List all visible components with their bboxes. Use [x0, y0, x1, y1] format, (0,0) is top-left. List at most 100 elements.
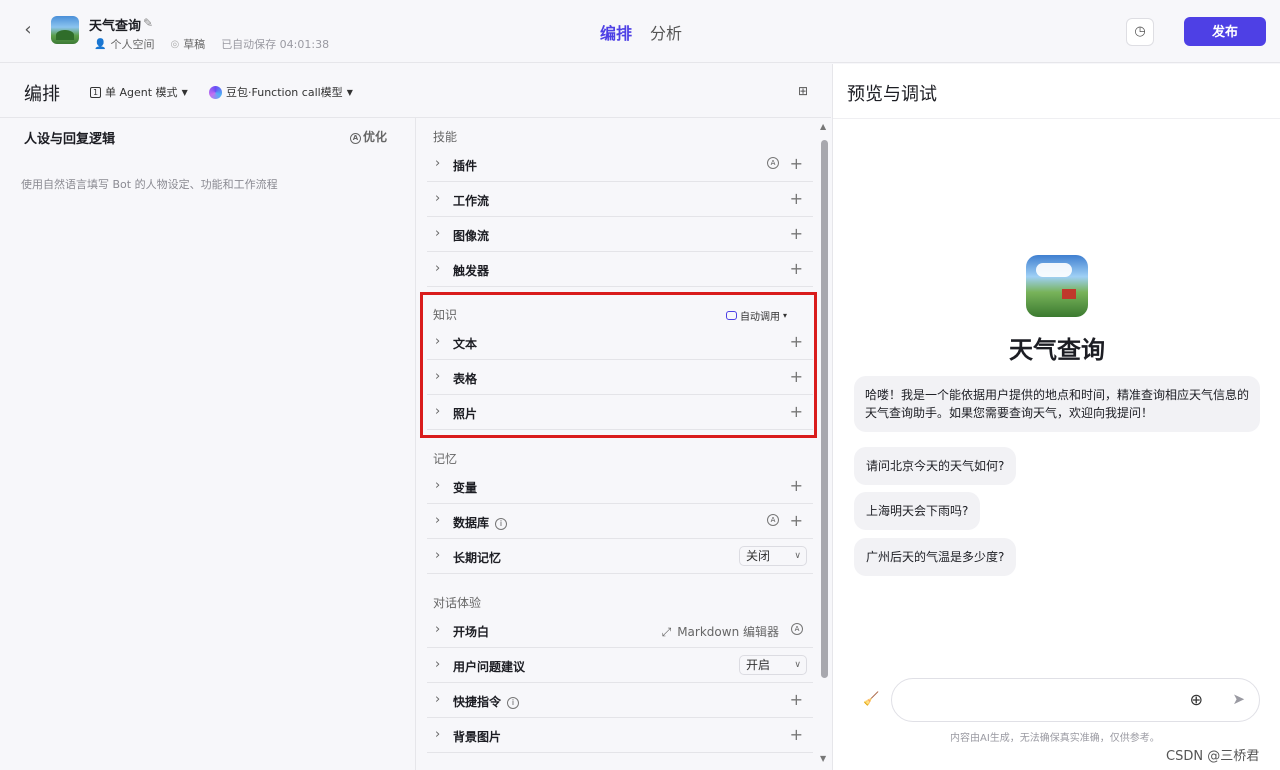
info-icon[interactable]: i [495, 518, 508, 530]
info-icon[interactable]: i [507, 697, 520, 709]
chevron-right-icon: › [435, 478, 441, 493]
knowledge-label: 知识 [433, 308, 458, 322]
skills-panel: 技能 › 插件 A + › 工作流 + › 图像流 + › 触发器 + 知识 自… [417, 118, 815, 770]
row-shortcut[interactable]: › 快捷指令 i + [427, 683, 813, 718]
optimize-button[interactable]: A 优化 [350, 128, 387, 145]
tab-analysis[interactable]: 分析 [650, 20, 682, 44]
add-icon[interactable]: + [790, 332, 803, 351]
scroll-up-icon[interactable]: ▲ [820, 122, 826, 131]
suggestion-2[interactable]: 上海明天会下雨吗? [854, 492, 981, 530]
ai-icon[interactable]: A [791, 623, 803, 635]
long-term-memory-select[interactable]: 关闭 ∨ [739, 546, 807, 566]
ai-icon: A [350, 133, 361, 144]
agent-mode-icon: 1 [90, 86, 101, 98]
layout-grid-icon[interactable]: ⊞ [798, 84, 808, 98]
row-opening[interactable]: › 开场白 ⤢ Markdown 编辑器 A [427, 613, 813, 648]
add-icon[interactable]: + [790, 189, 803, 208]
add-icon[interactable]: + [790, 224, 803, 243]
suggestion-3[interactable]: 广州后天的气温是多少度? [854, 538, 1017, 576]
persona-input[interactable]: 使用自然语言填写 Bot 的人物设定、功能和工作流程 [21, 176, 278, 192]
row-variable[interactable]: › 变量 + [427, 469, 813, 504]
row-long-term-memory[interactable]: › 长期记忆 关闭 ∨ [427, 539, 813, 574]
bot-meta: 👤 个人空间 ◎ 草稿 已自动保存 04:01:38 [94, 36, 329, 52]
preview-bot-name: 天气查询 [1009, 336, 1105, 364]
add-circle-icon[interactable]: ⊕ [1190, 690, 1203, 709]
chevron-right-icon: › [435, 156, 441, 171]
tab-arrange[interactable]: 编排 [600, 20, 632, 44]
publish-button[interactable]: 发布 [1184, 17, 1266, 46]
divider [833, 118, 1280, 119]
draft-status-icon: ◎ [170, 38, 180, 50]
chevron-right-icon: › [435, 622, 441, 637]
model-label: 豆包·Function call模型 [226, 86, 343, 99]
chevron-right-icon: › [435, 692, 441, 707]
row-trigger[interactable]: › 触发器 + [427, 252, 813, 287]
top-bar: ‹ 天气查询 ✎ 👤 个人空间 ◎ 草稿 已自动保存 04:01:38 编排 分… [0, 0, 1280, 63]
history-clock-icon[interactable]: ◷ [1126, 18, 1154, 46]
persona-panel: 人设与回复逻辑 A 优化 使用自然语言填写 Bot 的人物设定、功能和工作流程 [0, 118, 416, 770]
add-icon[interactable]: + [790, 367, 803, 386]
intro-message: 哈喽！我是一个能依据用户提供的地点和时间，精准查询相应天气信息的天气查询助手。如… [854, 376, 1260, 432]
scrollbar[interactable]: ▲ ▼ [818, 120, 830, 768]
ai-icon[interactable]: A [767, 514, 779, 526]
bot-name: 天气查询 [89, 19, 142, 34]
row-imageflow[interactable]: › 图像流 + [427, 217, 813, 252]
back-chevron-icon[interactable]: ‹ [18, 20, 38, 40]
add-icon[interactable]: + [790, 690, 803, 709]
preview-panel: 预览与调试 天气查询 哈喽！我是一个能依据用户提供的地点和时间，精准查询相应天气… [832, 64, 1280, 770]
chevron-right-icon: › [435, 548, 441, 563]
scroll-down-icon[interactable]: ▼ [820, 754, 826, 763]
model-logo-icon [209, 85, 222, 99]
bot-avatar [51, 16, 79, 44]
chevron-right-icon: › [435, 513, 441, 528]
person-icon: 👤 [94, 38, 107, 50]
markdown-editor-button[interactable]: ⤢ Markdown 编辑器 [662, 623, 779, 640]
auto-invoke-select[interactable]: 自动调用 ▾ [725, 308, 787, 323]
add-icon[interactable]: + [790, 402, 803, 421]
arrange-title: 编排 [24, 84, 60, 105]
caret-down-icon: ▼ [346, 87, 353, 97]
chat-input[interactable]: ⊕ ➤ [891, 678, 1260, 722]
chevron-down-icon: ∨ [794, 551, 801, 561]
row-photo[interactable]: › 照片 + [427, 395, 813, 430]
clear-history-icon[interactable]: 🧹 [863, 692, 879, 707]
row-text[interactable]: › 文本 + [427, 325, 813, 360]
agent-mode-label: 单 Agent 模式 [105, 86, 178, 99]
caret-down-icon: ▾ [782, 311, 787, 320]
caret-down-icon: ▼ [181, 87, 188, 97]
row-workflow[interactable]: › 工作流 + [427, 182, 813, 217]
question-suggest-select[interactable]: 开启 ∨ [739, 655, 807, 675]
scrollbar-thumb[interactable] [821, 140, 828, 678]
row-question-suggest[interactable]: › 用户问题建议 开启 ∨ [427, 648, 813, 683]
suggestion-1[interactable]: 请问北京今天的天气如何? [854, 447, 1017, 485]
chevron-right-icon: › [435, 727, 441, 742]
chevron-down-icon: ∨ [794, 660, 801, 670]
watermark: CSDN @三桥君 [1166, 749, 1260, 764]
model-select[interactable]: 豆包·Function call模型 ▼ [209, 84, 353, 100]
add-icon[interactable]: + [790, 725, 803, 744]
add-icon[interactable]: + [790, 511, 803, 530]
ai-icon[interactable]: A [767, 157, 779, 169]
preview-title: 预览与调试 [847, 84, 937, 105]
add-icon[interactable]: + [790, 154, 803, 173]
chevron-right-icon: › [435, 226, 441, 241]
space-label: 个人空间 [110, 38, 155, 51]
skills-label: 技能 [433, 130, 458, 144]
chevron-right-icon: › [435, 369, 441, 384]
edit-icon[interactable]: ✎ [143, 16, 153, 30]
status-label: 草稿 [183, 38, 206, 51]
add-icon[interactable]: + [790, 259, 803, 278]
add-icon[interactable]: + [790, 476, 803, 495]
row-background-image[interactable]: › 背景图片 + [427, 718, 813, 753]
arrange-toolbar: 编排 1 单 Agent 模式 ▼ 豆包·Function call模型 ▼ ⊞ [0, 64, 831, 118]
chevron-right-icon: › [435, 261, 441, 276]
row-database[interactable]: › 数据库 i A + [427, 504, 813, 539]
expand-icon: ⤢ [661, 625, 672, 639]
row-table[interactable]: › 表格 + [427, 360, 813, 395]
ai-disclaimer: 内容由AI生成，无法确保真实准确，仅供参考。 [950, 733, 1160, 744]
row-plugin[interactable]: › 插件 A + [427, 147, 813, 182]
chevron-right-icon: › [435, 334, 441, 349]
agent-mode-select[interactable]: 1 单 Agent 模式 ▼ [90, 84, 188, 100]
autosave-label: 已自动保存 04:01:38 [221, 38, 330, 51]
send-icon[interactable]: ➤ [1232, 690, 1245, 708]
